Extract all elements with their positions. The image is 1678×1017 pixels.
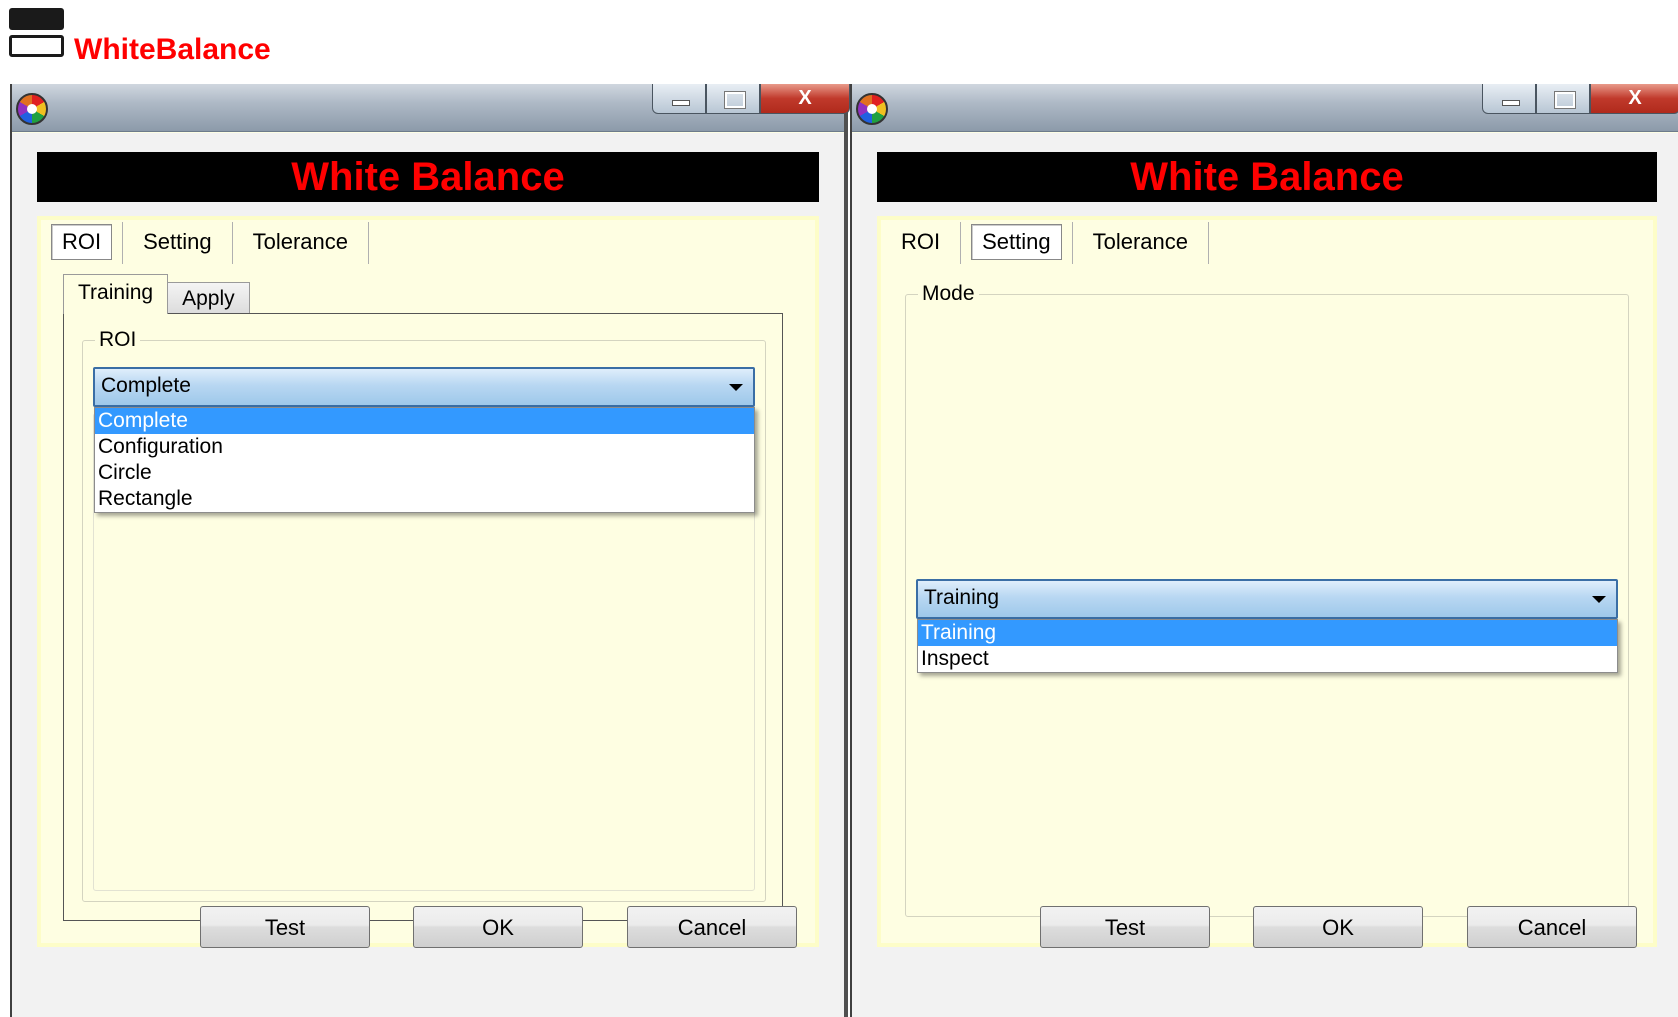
roi-combo-value: Complete <box>101 374 191 397</box>
tab-page-setting: Mode Training Training Inspect <box>889 264 1645 935</box>
title-bar[interactable]: X <box>12 84 850 132</box>
tab-setting[interactable]: Setting <box>123 222 233 264</box>
roi-group-label: ROI <box>95 327 141 353</box>
roi-group: ROI Complete Complete Configuration Circ… <box>82 327 766 902</box>
banner-title: White Balance <box>877 152 1657 202</box>
test-button[interactable]: Test <box>200 906 370 948</box>
test-button[interactable]: Test <box>1040 906 1210 948</box>
banner-title: White Balance <box>37 152 819 202</box>
roi-combo[interactable]: Complete <box>93 367 755 407</box>
maximize-button[interactable] <box>706 84 760 114</box>
mode-group: Mode Training Training Inspect <box>905 281 1629 917</box>
subtab-page-training: ROI Complete Complete Configuration Circ… <box>63 313 783 921</box>
mode-combo-value: Training <box>924 586 1000 609</box>
close-button[interactable]: X <box>1590 84 1678 114</box>
title-bar[interactable]: X <box>852 84 1678 132</box>
page-title: WhiteBalance <box>74 33 271 66</box>
close-button[interactable]: X <box>760 84 850 114</box>
window-client: White Balance ROI Setting Tolerance Trai… <box>12 133 844 1017</box>
subtab-apply[interactable]: Apply <box>167 282 250 314</box>
app-icon[interactable] <box>16 93 48 125</box>
app-icon[interactable] <box>856 93 888 125</box>
tab-strip: ROI Setting Tolerance <box>889 222 1210 264</box>
ok-button[interactable]: OK <box>1253 906 1423 948</box>
dropdown-option-configuration[interactable]: Configuration <box>95 434 754 460</box>
window-client: White Balance ROI Setting Tolerance Mode… <box>852 133 1678 1017</box>
mode-combo[interactable]: Training <box>916 579 1618 619</box>
cancel-button[interactable]: Cancel <box>1467 906 1637 948</box>
dropdown-option-complete[interactable]: Complete <box>95 408 754 434</box>
tab-roi[interactable]: ROI <box>49 222 124 264</box>
minimize-button[interactable] <box>652 84 706 114</box>
tab-panel: ROI Setting Tolerance Mode Training Trai… <box>877 216 1657 947</box>
dropdown-option-rectangle[interactable]: Rectangle <box>95 486 754 512</box>
right-window: X White Balance ROI Setting Tolerance Mo… <box>850 84 1678 1017</box>
tab-strip: ROI Setting Tolerance <box>49 222 370 264</box>
tab-roi[interactable]: ROI <box>889 222 962 264</box>
chevron-down-icon[interactable] <box>729 384 743 391</box>
mode-group-label: Mode <box>918 281 979 307</box>
dropdown-option-inspect[interactable]: Inspect <box>918 646 1617 672</box>
tab-page-roi: Training Apply ROI Complete Complete Con <box>49 264 807 935</box>
tab-panel: ROI Setting Tolerance Training Apply ROI… <box>37 216 819 947</box>
dropdown-option-training[interactable]: Training <box>918 620 1617 646</box>
subtab-training[interactable]: Training <box>63 274 169 314</box>
subtab-strip: Training Apply <box>63 274 250 314</box>
maximize-button[interactable] <box>1536 84 1590 114</box>
roi-dropdown-list: Complete Configuration Circle Rectangle <box>94 407 755 513</box>
tab-setting[interactable]: Setting <box>961 222 1073 264</box>
dropdown-option-circle[interactable]: Circle <box>95 460 754 486</box>
cancel-button[interactable]: Cancel <box>627 906 797 948</box>
minimize-button[interactable] <box>1482 84 1536 114</box>
left-window: X White Balance ROI Setting Tolerance Tr… <box>10 84 850 1017</box>
chevron-down-icon[interactable] <box>1592 596 1606 603</box>
ok-button[interactable]: OK <box>413 906 583 948</box>
mode-dropdown-list: Training Inspect <box>917 619 1618 673</box>
tab-tolerance[interactable]: Tolerance <box>233 222 370 264</box>
window-stack-icon <box>9 8 64 57</box>
tab-tolerance[interactable]: Tolerance <box>1073 222 1210 264</box>
